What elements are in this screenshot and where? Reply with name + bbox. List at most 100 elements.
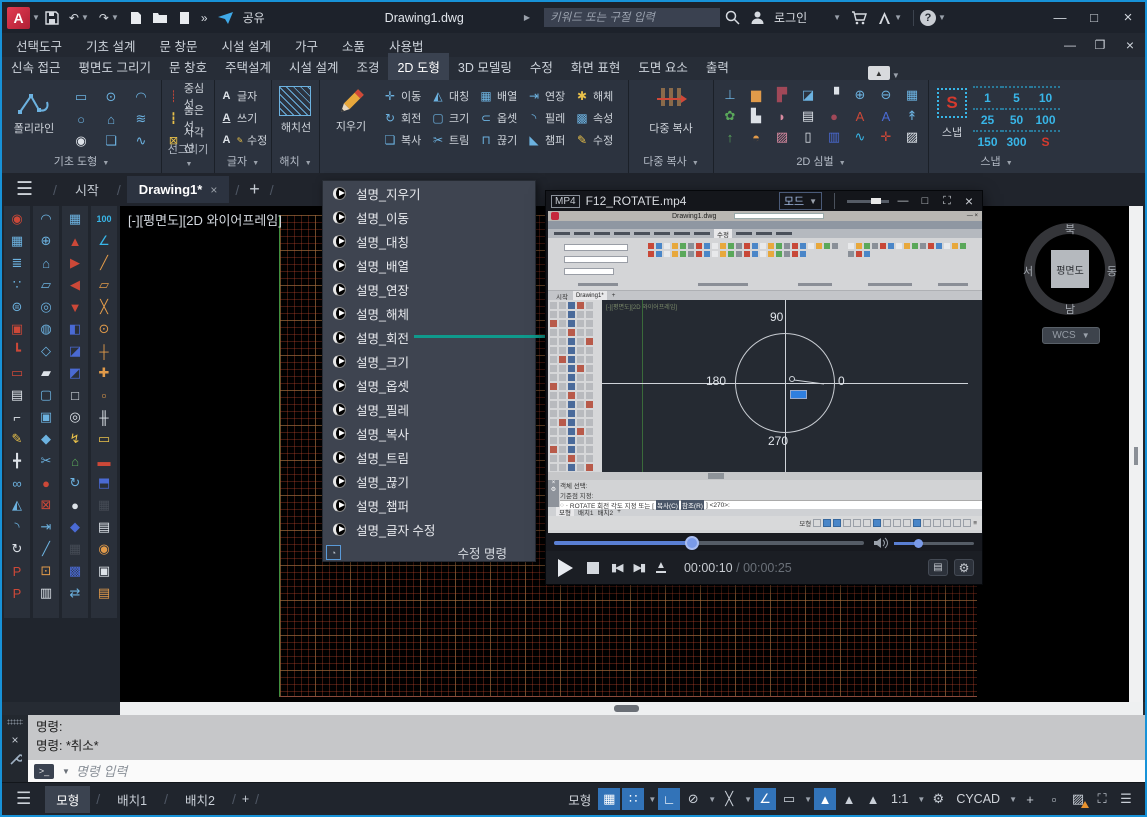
- modify-tool[interactable]: ▩속성: [574, 107, 622, 129]
- help-icon[interactable]: ?: [920, 10, 936, 26]
- menubar-item[interactable]: 기초 설계: [86, 36, 135, 55]
- palette-tool-icon[interactable]: ▤: [91, 516, 117, 538]
- menubar-item[interactable]: 문 창문: [160, 36, 198, 55]
- horizontal-scrollbar[interactable]: [120, 702, 1143, 715]
- flyout-item[interactable]: 설명_배열: [323, 253, 535, 277]
- palette-tool-icon[interactable]: ⊡: [33, 560, 59, 582]
- video-frame[interactable]: Drawing1.dwg — × 수정: [548, 211, 982, 533]
- shape-tool-icon[interactable]: ⌂: [96, 108, 126, 130]
- snap-mode-button[interactable]: ∷: [622, 788, 644, 810]
- palette-tool-icon[interactable]: ▣: [91, 560, 117, 582]
- dynamic-input-button-caret[interactable]: ▼: [804, 795, 812, 804]
- palette-tool-icon[interactable]: ▱: [91, 274, 117, 296]
- polar-tracking-button[interactable]: ⊘: [682, 788, 704, 810]
- status-hamburger-icon[interactable]: ☰: [16, 789, 31, 809]
- flyout-item[interactable]: 설명_끊기: [323, 469, 535, 493]
- vertical-scrollbar-thumb[interactable]: [1134, 447, 1138, 465]
- palette-tool-icon[interactable]: ↻: [62, 472, 88, 494]
- basic-shapes-panel-label[interactable]: 기초 도형 ▼: [2, 153, 161, 169]
- share-plane-icon[interactable]: [218, 11, 234, 25]
- flyout-item[interactable]: 설명_대칭: [323, 229, 535, 253]
- menubar-item[interactable]: 소품: [342, 36, 365, 55]
- menubar-item[interactable]: 선택도구: [16, 36, 62, 55]
- symbol-icon[interactable]: ▆: [743, 85, 769, 105]
- menubar-item[interactable]: 가구: [295, 36, 318, 55]
- graphics-performance-button[interactable]: ▨: [1067, 788, 1089, 810]
- view-compass[interactable]: 북 서 동 남 평면도: [1024, 223, 1116, 315]
- snap-mode-button-caret[interactable]: ▼: [648, 795, 656, 804]
- symbol-icon[interactable]: A: [873, 106, 899, 126]
- symbol-icon[interactable]: ▨: [899, 127, 925, 147]
- palette-tool-icon[interactable]: ▤: [91, 582, 117, 604]
- doc-minimize-button[interactable]: —: [1055, 33, 1085, 57]
- palette-tool-icon[interactable]: ◠: [33, 208, 59, 230]
- flyout-item[interactable]: 설명_트림: [323, 445, 535, 469]
- text-panel-label[interactable]: 글자 ▼: [215, 153, 271, 169]
- symbol-icon[interactable]: ✛: [873, 127, 899, 147]
- seek-handle[interactable]: [685, 536, 699, 550]
- video-fullscreen-icon[interactable]: ⛶: [939, 195, 955, 208]
- shape-tool-icon[interactable]: ❏: [96, 130, 126, 152]
- object-snap-tracking-button[interactable]: ╳: [718, 788, 740, 810]
- command-tools-icon[interactable]: [9, 753, 22, 766]
- modify-tool[interactable]: ✂트림: [430, 129, 478, 151]
- mode-button[interactable]: 모드▼: [779, 192, 822, 210]
- command-prompt-caret[interactable]: ▼: [62, 767, 70, 776]
- search-icon[interactable]: [725, 10, 740, 25]
- palette-tool-icon[interactable]: 100: [91, 208, 117, 230]
- palette-tool-icon[interactable]: ◎: [33, 296, 59, 318]
- erase-button[interactable]: 지우기: [326, 86, 376, 134]
- start-tab[interactable]: 시작: [63, 174, 111, 205]
- doc-close-button[interactable]: ×: [1115, 33, 1145, 57]
- workspace-switcher[interactable]: CYCAD: [951, 792, 1005, 806]
- compass-west[interactable]: 서: [1023, 263, 1033, 279]
- next-button[interactable]: ▶▮: [634, 561, 645, 574]
- snap-value-button[interactable]: 5: [1002, 86, 1031, 107]
- help-caret[interactable]: ▼: [938, 13, 946, 22]
- palette-tool-icon[interactable]: ◇: [33, 340, 59, 362]
- palette-tool-icon[interactable]: ≣: [4, 252, 30, 274]
- modify-tool[interactable]: ▦배열: [478, 85, 526, 107]
- customize-plus-button[interactable]: +: [1019, 788, 1041, 810]
- symbol-icon[interactable]: ↟: [899, 106, 925, 126]
- palette-tool-icon[interactable]: ▭: [4, 362, 30, 384]
- vertical-scrollbar[interactable]: [1129, 206, 1143, 702]
- palette-tool-icon[interactable]: ◉: [4, 208, 30, 230]
- player-settings-button[interactable]: ⚙: [954, 559, 974, 576]
- symbol-icon[interactable]: ▥: [821, 127, 847, 147]
- ribbon-tab[interactable]: 2D 도형: [388, 53, 448, 80]
- close-button[interactable]: ×: [1111, 2, 1145, 33]
- annotation-scale-value-caret[interactable]: ▼: [917, 795, 925, 804]
- model-space-button[interactable]: 모형: [563, 790, 596, 809]
- annotation-visibility-button[interactable]: ▲: [814, 788, 836, 810]
- line-draw-panel-label[interactable]: 선그리기 ▼: [162, 141, 214, 169]
- horizontal-scrollbar-thumb[interactable]: [614, 705, 639, 712]
- eject-button[interactable]: ▲: [656, 562, 666, 573]
- modify-tool[interactable]: ⇥연장: [526, 85, 574, 107]
- shape-tool-icon[interactable]: ◉: [66, 130, 96, 152]
- minimize-button[interactable]: —: [1043, 2, 1077, 33]
- palette-tool-icon[interactable]: ▣: [4, 318, 30, 340]
- modify-tool[interactable]: ◝필레: [526, 107, 574, 129]
- text-tool[interactable]: A글자: [215, 85, 271, 107]
- symbol-icon[interactable]: ◪: [795, 85, 821, 105]
- open-folder-icon[interactable]: [152, 11, 168, 24]
- volume-icon[interactable]: [874, 537, 888, 549]
- snap-value-button[interactable]: 25: [973, 108, 1002, 129]
- palette-tool-icon[interactable]: ⊠: [33, 494, 59, 516]
- symbol-icon[interactable]: ▦: [899, 85, 925, 105]
- redo-icon[interactable]: ↷▼: [99, 11, 119, 25]
- flyout-item[interactable]: 설명_크기: [323, 349, 535, 373]
- compass-center-view[interactable]: 평면도: [1051, 250, 1089, 288]
- palette-tool-icon[interactable]: ▶: [62, 252, 88, 274]
- palette-tool-icon[interactable]: ●: [62, 494, 88, 516]
- flyout-item[interactable]: 설명_필레: [323, 397, 535, 421]
- palette-tool-icon[interactable]: ▫: [91, 384, 117, 406]
- flyout-item[interactable]: 설명_복사: [323, 421, 535, 445]
- symbol-icon[interactable]: ▙: [743, 106, 769, 126]
- grid-display-button[interactable]: ▦: [598, 788, 620, 810]
- snap-panel-label[interactable]: 스냅 ▼: [929, 153, 1064, 169]
- palette-tool-icon[interactable]: ⌂: [33, 252, 59, 274]
- palette-tool-icon[interactable]: P: [4, 560, 30, 582]
- share-label[interactable]: 공유: [243, 9, 265, 26]
